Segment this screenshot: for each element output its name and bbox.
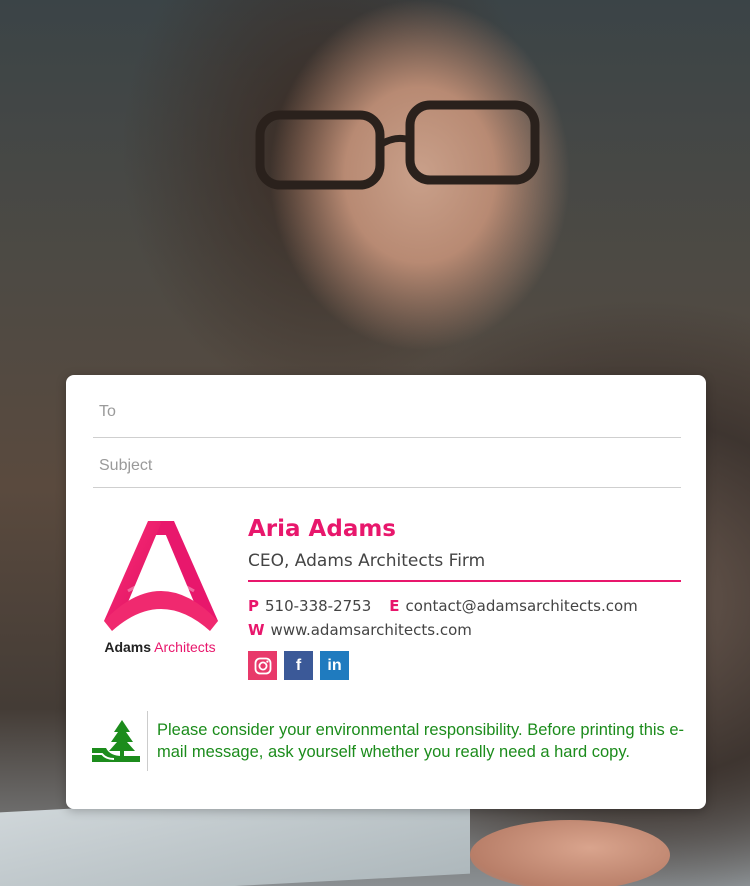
signature-title: CEO, Adams Architects Firm <box>248 551 486 571</box>
eco-notice: Please consider your environmental respo… <box>157 721 685 761</box>
instagram-button[interactable] <box>248 651 277 680</box>
email-link[interactable]: contact@adamsarchitects.com <box>406 597 638 615</box>
facebook-icon: f <box>295 656 302 674</box>
website-label: W <box>248 621 265 639</box>
eyeglasses-shape <box>255 100 540 190</box>
linkedin-button[interactable]: in <box>320 651 349 680</box>
logo-word-architects: Architects <box>154 639 216 655</box>
adams-architects-logo-icon <box>104 521 218 631</box>
social-links: f in <box>248 651 349 680</box>
website-link[interactable]: www.adamsarchitects.com <box>271 621 472 639</box>
eco-separator <box>147 711 148 771</box>
to-field[interactable]: To <box>93 375 681 438</box>
logo-word-adams: Adams <box>104 639 152 655</box>
to-placeholder: To <box>99 403 116 420</box>
contact-row-1: P 510-338-2753 Econtact@adamsarchitects.co… <box>248 597 638 615</box>
subject-placeholder: Subject <box>99 457 153 474</box>
hand <box>470 820 670 886</box>
email-compose-card: To Subject Adams Architects Aria Adams C… <box>66 375 706 809</box>
phone-label: P <box>248 597 259 615</box>
contact-row-2: Wwww.adamsarchitects.com <box>248 621 472 639</box>
email-label: E <box>389 597 400 615</box>
logo-wordmark: Adams Architects <box>90 639 230 655</box>
facebook-button[interactable]: f <box>284 651 313 680</box>
signature-name: Aria Adams <box>248 516 396 542</box>
linkedin-icon: in <box>327 656 342 674</box>
signature-divider <box>248 580 681 582</box>
tree-landscape-icon <box>92 720 140 762</box>
instagram-icon <box>254 657 271 674</box>
phone-number[interactable]: 510-338-2753 <box>265 597 371 615</box>
subject-field[interactable]: Subject <box>93 437 681 488</box>
